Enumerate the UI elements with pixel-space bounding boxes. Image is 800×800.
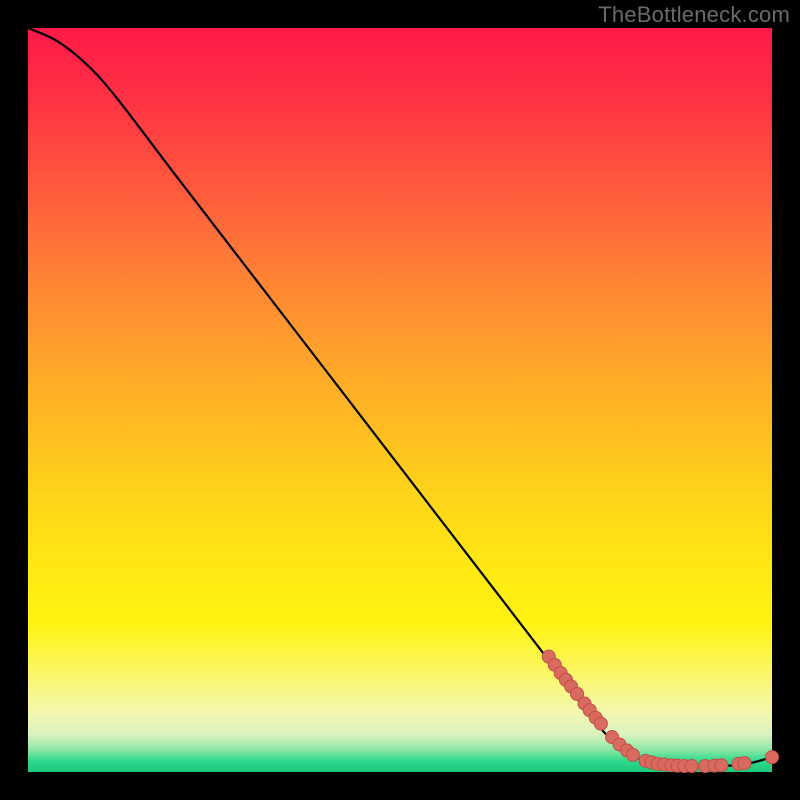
- plot-area: [28, 28, 772, 772]
- data-point: [766, 751, 779, 764]
- data-point: [738, 757, 751, 770]
- data-points-group: [542, 650, 778, 772]
- data-point: [626, 748, 639, 761]
- watermark-text: TheBottleneck.com: [598, 2, 790, 28]
- data-point: [685, 760, 698, 773]
- data-point: [594, 717, 607, 730]
- chart-svg: [28, 28, 772, 772]
- bottleneck-curve: [28, 28, 772, 766]
- chart-frame: TheBottleneck.com: [0, 0, 800, 800]
- data-point: [715, 759, 728, 772]
